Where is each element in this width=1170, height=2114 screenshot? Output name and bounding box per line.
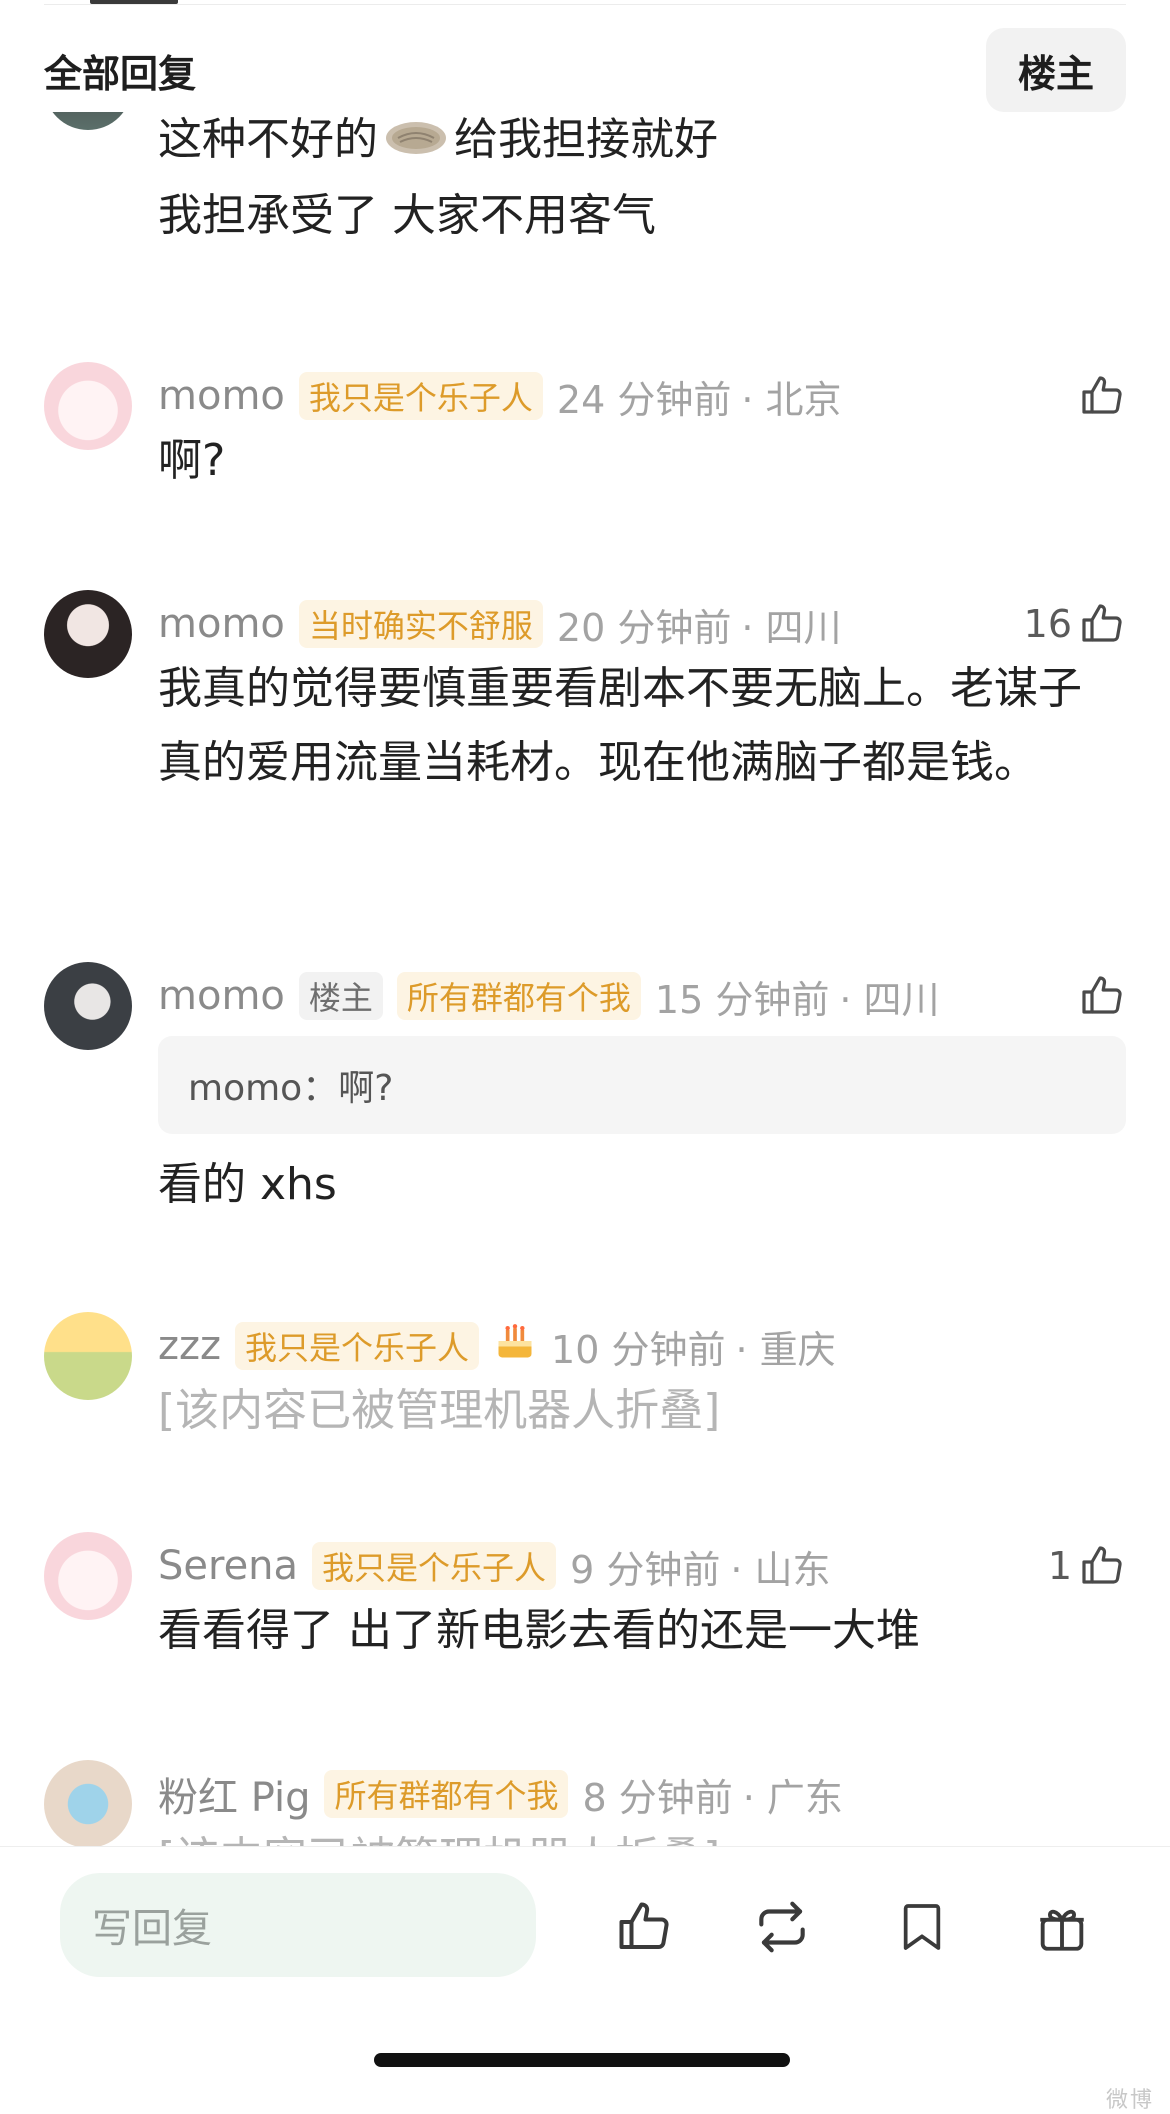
comment-item: Serena 我只是个乐子人 9 分钟前 · 山东 1 看看得了 出了新电影去看…	[0, 1532, 1170, 1732]
comment-item: 这种不好的 给我担接就好 我担承受了 大家不用客气	[0, 112, 1170, 272]
author-name[interactable]: momo	[158, 601, 285, 647]
replies-header: 全部回复 楼主	[44, 28, 1126, 112]
author-name[interactable]: zzz	[158, 1323, 221, 1369]
repost-icon	[759, 1901, 805, 1953]
comment-location: · 四川	[741, 605, 842, 650]
comment-text: 这种不好的 给我担接就好 我担承受了 大家不用客气	[158, 112, 1090, 253]
comment-meta: momo 当时确实不舒服 20 分钟前 · 四川	[158, 598, 1126, 650]
comment-meta: Serena 我只是个乐子人 9 分钟前 · 山东	[158, 1540, 1126, 1592]
reply-input[interactable]: 写回复	[60, 1873, 536, 1977]
avatar[interactable]	[44, 1532, 132, 1620]
comment-item: momo 楼主 所有群都有个我 15 分钟前 · 四川 momo：啊? 看的 x…	[0, 962, 1170, 1292]
comment-meta: momo 我只是个乐子人 24 分钟前 · 北京	[158, 370, 1126, 422]
comment-time: 8 分钟前	[582, 1775, 733, 1820]
thumbs-up-icon	[1082, 604, 1122, 642]
thumbs-up-icon	[1082, 976, 1122, 1014]
avatar[interactable]	[44, 590, 132, 678]
like-button[interactable]: 16	[1024, 598, 1126, 650]
comment-text: 啊?	[158, 435, 226, 486]
bookmark-button[interactable]	[890, 1895, 954, 1959]
watermark: 微博	[1105, 2088, 1154, 2113]
user-badge: 我只是个乐子人	[235, 1322, 480, 1370]
comment-list[interactable]: 这种不好的 给我担接就好 我担承受了 大家不用客气 momo 我只是个乐子人 2…	[0, 112, 1170, 1859]
comment-item: momo 当时确实不舒服 20 分钟前 · 四川 16 我真的觉得要慎重要看剧本…	[0, 590, 1170, 890]
comment-location: · 北京	[741, 377, 842, 422]
quoted-reply[interactable]: momo：啊?	[158, 1036, 1126, 1134]
thumbs-up-icon	[1082, 376, 1122, 414]
comment-text: 我真的觉得要慎重要看剧本不要无脑上。老谋子真的爱用流量当耗材。现在他满脑子都是钱…	[158, 663, 1082, 788]
like-count: 1	[1047, 1544, 1072, 1588]
author-name[interactable]: 粉红 Pig	[158, 1765, 310, 1823]
comment-location: · 广东	[742, 1775, 843, 1820]
comment-text-line: 这种不好的	[158, 114, 378, 165]
avatar[interactable]	[44, 1760, 132, 1848]
user-badge: 我只是个乐子人	[298, 372, 543, 420]
like-button[interactable]: 1	[1048, 1540, 1126, 1592]
comment-location: · 四川	[839, 977, 940, 1022]
op-only-filter-button[interactable]: 楼主	[986, 28, 1126, 112]
like-button[interactable]	[1072, 370, 1126, 422]
gift-button[interactable]	[1030, 1895, 1094, 1959]
comment-text-line: 给我担接就好	[454, 114, 718, 165]
author-name[interactable]: momo	[158, 373, 285, 419]
comment-location: · 山东	[730, 1547, 831, 1592]
gift-icon	[1040, 1909, 1084, 1951]
home-indicator[interactable]	[374, 2053, 790, 2067]
user-badge: 所有群都有个我	[396, 972, 641, 1020]
comment-item: 粉红 Pig 所有群都有个我 8 分钟前 · 广东 [该内容已被管理机器人折叠]	[0, 1760, 1170, 1859]
author-name[interactable]: Serena	[158, 1543, 298, 1589]
comment-time: 20 分钟前	[556, 605, 732, 650]
comment-meta: zzz 我只是个乐子人 10 分钟前 · 重庆	[158, 1320, 1126, 1372]
comment-time: 24 分钟前	[556, 377, 732, 422]
comment-meta: 粉红 Pig 所有群都有个我 8 分钟前 · 广东	[158, 1765, 1126, 1823]
comment-item: momo 我只是个乐子人 24 分钟前 · 北京 啊?	[0, 362, 1170, 552]
comment-text: 看的 xhs	[158, 1159, 337, 1210]
top-divider	[44, 4, 1126, 5]
flatbread-emoji-icon	[384, 112, 448, 179]
comment-text-line: 我担承受了 大家不用客气	[158, 190, 656, 241]
avatar[interactable]	[44, 1312, 132, 1400]
cake-icon	[493, 1319, 537, 1373]
user-badge: 当时确实不舒服	[298, 600, 543, 648]
like-button[interactable]	[1072, 970, 1126, 1022]
reply-bar: 写回复	[0, 1846, 1170, 2112]
comment-item: zzz 我只是个乐子人 10 分钟前 · 重庆 [该内容已被管理机器人折叠]	[0, 1312, 1170, 1512]
all-replies-title: 全部回复	[44, 51, 197, 96]
thumbs-up-icon	[619, 1902, 669, 1950]
like-count: 16	[1023, 602, 1072, 646]
comment-time: 9 分钟前	[570, 1547, 721, 1592]
bookmark-icon	[903, 1904, 941, 1950]
repost-button[interactable]	[750, 1895, 814, 1959]
comment-location: · 重庆	[735, 1327, 836, 1372]
like-action-button[interactable]	[612, 1895, 676, 1959]
user-badge: 所有群都有个我	[324, 1770, 569, 1818]
comment-time: 10 分钟前	[551, 1327, 726, 1372]
user-badge: 我只是个乐子人	[312, 1542, 557, 1590]
author-name[interactable]: momo	[158, 973, 285, 1019]
avatar[interactable]	[44, 362, 132, 450]
avatar[interactable]	[44, 962, 132, 1050]
thumbs-up-icon	[1082, 1546, 1122, 1584]
comment-time: 15 分钟前	[654, 977, 830, 1022]
comment-meta: momo 楼主 所有群都有个我 15 分钟前 · 四川	[158, 970, 1126, 1022]
folded-comment-text[interactable]: [该内容已被管理机器人折叠]	[158, 1374, 1090, 1448]
avatar[interactable]	[44, 112, 132, 130]
comment-text: 看看得了 出了新电影去看的还是一大堆	[158, 1605, 920, 1656]
tab-indicator	[90, 0, 178, 4]
op-badge: 楼主	[298, 972, 383, 1020]
